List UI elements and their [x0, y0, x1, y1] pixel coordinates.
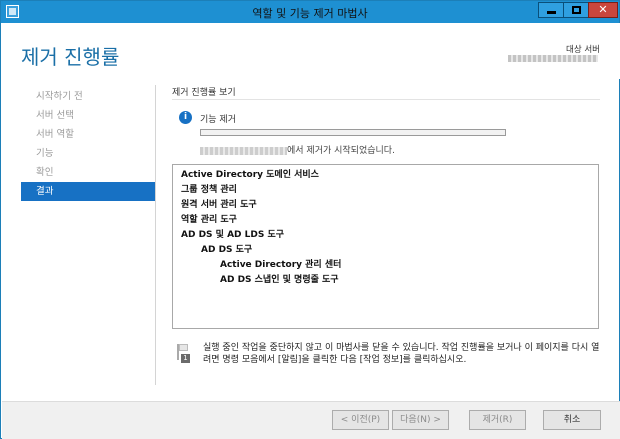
wizard-nav: 시작하기 전 서버 선택 서버 역할 기능 확인 결과	[21, 87, 155, 201]
target-server-name	[508, 55, 598, 62]
nav-item-before-you-begin: 시작하기 전	[36, 91, 83, 102]
feature-item: AD DS 스냅인 및 명령줄 도구	[220, 275, 339, 285]
section-label: 제거 진행률 보기	[172, 88, 236, 98]
cancel-button[interactable]: 취소	[543, 410, 601, 430]
feature-item: 원격 서버 관리 도구	[181, 200, 257, 210]
main-content: 제거 진행률 보기 i 기능 제거 에서 제거가 시작되었습니다.	[172, 85, 602, 156]
maximize-icon	[571, 6, 581, 14]
section-divider	[172, 99, 600, 100]
feature-item: Active Directory 관리 센터	[220, 260, 342, 270]
features-list[interactable]: Active Directory 도메인 서비스그룹 정책 관리원격 서버 관리…	[172, 164, 599, 329]
page-title: 제거 진행률	[21, 45, 120, 69]
window-title: 역할 및 기능 제거 마법사	[252, 7, 368, 20]
flag-cloth	[179, 344, 188, 351]
close-button[interactable]: ✕	[588, 2, 618, 18]
target-server-label: 대상 서버	[566, 45, 600, 55]
nav-divider	[155, 85, 156, 385]
nav-item-server-selection: 서버 선택	[36, 110, 74, 121]
status-text: 에서 제거가 시작되었습니다.	[287, 146, 395, 156]
maximize-button[interactable]	[563, 2, 589, 18]
info-icon: i	[179, 111, 192, 124]
status-line: 에서 제거가 시작되었습니다.	[200, 143, 395, 156]
remove-button[interactable]: 제거(R)	[469, 410, 526, 430]
feature-item: 역할 관리 도구	[181, 215, 237, 225]
task-text: 기능 제거	[200, 115, 236, 125]
nav-item-server-roles: 서버 역할	[36, 129, 74, 140]
notification-count-badge: 1	[181, 354, 190, 363]
close-icon: ✕	[598, 3, 608, 16]
server-name-redacted	[200, 146, 287, 155]
feature-item: Active Directory 도메인 서비스	[181, 170, 319, 180]
feature-item: AD DS 및 AD LDS 도구	[181, 230, 285, 240]
nav-item-confirmation: 확인	[36, 167, 54, 178]
notification-flag-icon: 1	[177, 344, 190, 363]
next-button[interactable]: 다음(N) >	[392, 410, 449, 430]
nav-item-results[interactable]: 결과	[21, 182, 155, 201]
wizard-footer: < 이전(P) 다음(N) > 제거(R) 취소	[2, 401, 620, 439]
wizard-header: 제거 진행률 대상 서버	[2, 23, 620, 79]
minimize-button[interactable]	[538, 2, 564, 18]
nav-item-features: 기능	[36, 148, 54, 159]
wizard-window: 역할 및 기능 제거 마법사 ✕ 제거 진행률 대상 서버 시작하기 전 서버 …	[0, 0, 620, 439]
progress-bar	[200, 129, 506, 136]
feature-item: 그룹 정책 관리	[181, 185, 237, 195]
previous-button[interactable]: < 이전(P)	[332, 410, 389, 430]
feature-item: AD DS 도구	[201, 245, 253, 255]
title-bar[interactable]: 역할 및 기능 제거 마법사 ✕	[1, 1, 619, 23]
notice-text: 실행 중인 작업을 중단하지 않고 이 마법사를 닫을 수 있습니다. 작업 진…	[203, 343, 600, 365]
minimize-icon	[546, 11, 556, 14]
